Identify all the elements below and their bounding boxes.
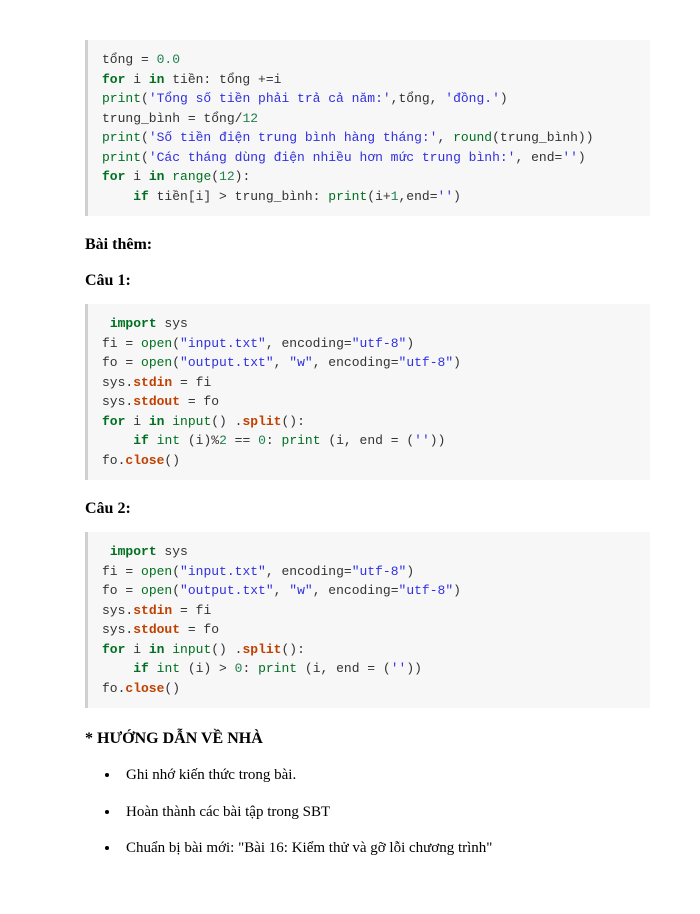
homework-list: Ghi nhớ kiến thức trong bài. Hoàn thành … xyxy=(120,764,650,860)
code-line: print('Tổng số tiền phải trả cả năm:',tổ… xyxy=(102,91,508,106)
code-line: if tiền[i] > trung_bình: print(i+1,end='… xyxy=(102,189,461,204)
code-line: fo = open("output.txt", "w", encoding="u… xyxy=(102,355,461,370)
heading-extra: Bài thêm: xyxy=(85,236,650,254)
code-line: if int (i) > 0: print (i, end = ('')) xyxy=(102,661,422,676)
code-line: for i in input() .split(): xyxy=(102,642,305,657)
code-line: sys.stdout = fo xyxy=(102,394,219,409)
list-item: Chuẩn bị bài mới: "Bài 16: Kiểm thử và g… xyxy=(120,837,650,860)
code-line: if int (i)%2 == 0: print (i, end = ('')) xyxy=(102,433,445,448)
code-line: fi = open("input.txt", encoding="utf-8") xyxy=(102,564,414,579)
code-line: sys.stdin = fi xyxy=(102,603,211,618)
page: tổng = 0.0 for i in tiền: tổng +=i print… xyxy=(0,0,700,914)
list-item: Hoàn thành các bài tập trong SBT xyxy=(120,801,650,824)
code-line: for i in tiền: tổng +=i xyxy=(102,72,281,87)
heading-q1: Câu 1: xyxy=(85,272,650,290)
code-line: trung_bình = tổng/12 xyxy=(102,111,258,126)
code-line: fi = open("input.txt", encoding="utf-8") xyxy=(102,336,414,351)
code-line: fo = open("output.txt", "w", encoding="u… xyxy=(102,583,461,598)
code-line: fo.close() xyxy=(102,681,180,696)
code-line: sys.stdout = fo xyxy=(102,622,219,637)
code-block-3: import sys fi = open("input.txt", encodi… xyxy=(85,532,650,708)
code-line: print('Các tháng dùng điện nhiều hơn mức… xyxy=(102,150,586,165)
code-line: import sys xyxy=(102,316,188,331)
code-line: import sys xyxy=(102,544,188,559)
code-line: for i in input() .split(): xyxy=(102,414,305,429)
code-line: tổng = 0.0 xyxy=(102,52,180,67)
code-line: fo.close() xyxy=(102,453,180,468)
heading-q2: Câu 2: xyxy=(85,500,650,518)
code-line: print('Số tiền điện trung bình hàng thán… xyxy=(102,130,594,145)
list-item: Ghi nhớ kiến thức trong bài. xyxy=(120,764,650,787)
code-block-2: import sys fi = open("input.txt", encodi… xyxy=(85,304,650,480)
code-line: sys.stdin = fi xyxy=(102,375,211,390)
heading-homework: * HƯỚNG DẪN VỀ NHÀ xyxy=(85,730,650,748)
code-line: for i in range(12): xyxy=(102,169,250,184)
code-block-1: tổng = 0.0 for i in tiền: tổng +=i print… xyxy=(85,40,650,216)
